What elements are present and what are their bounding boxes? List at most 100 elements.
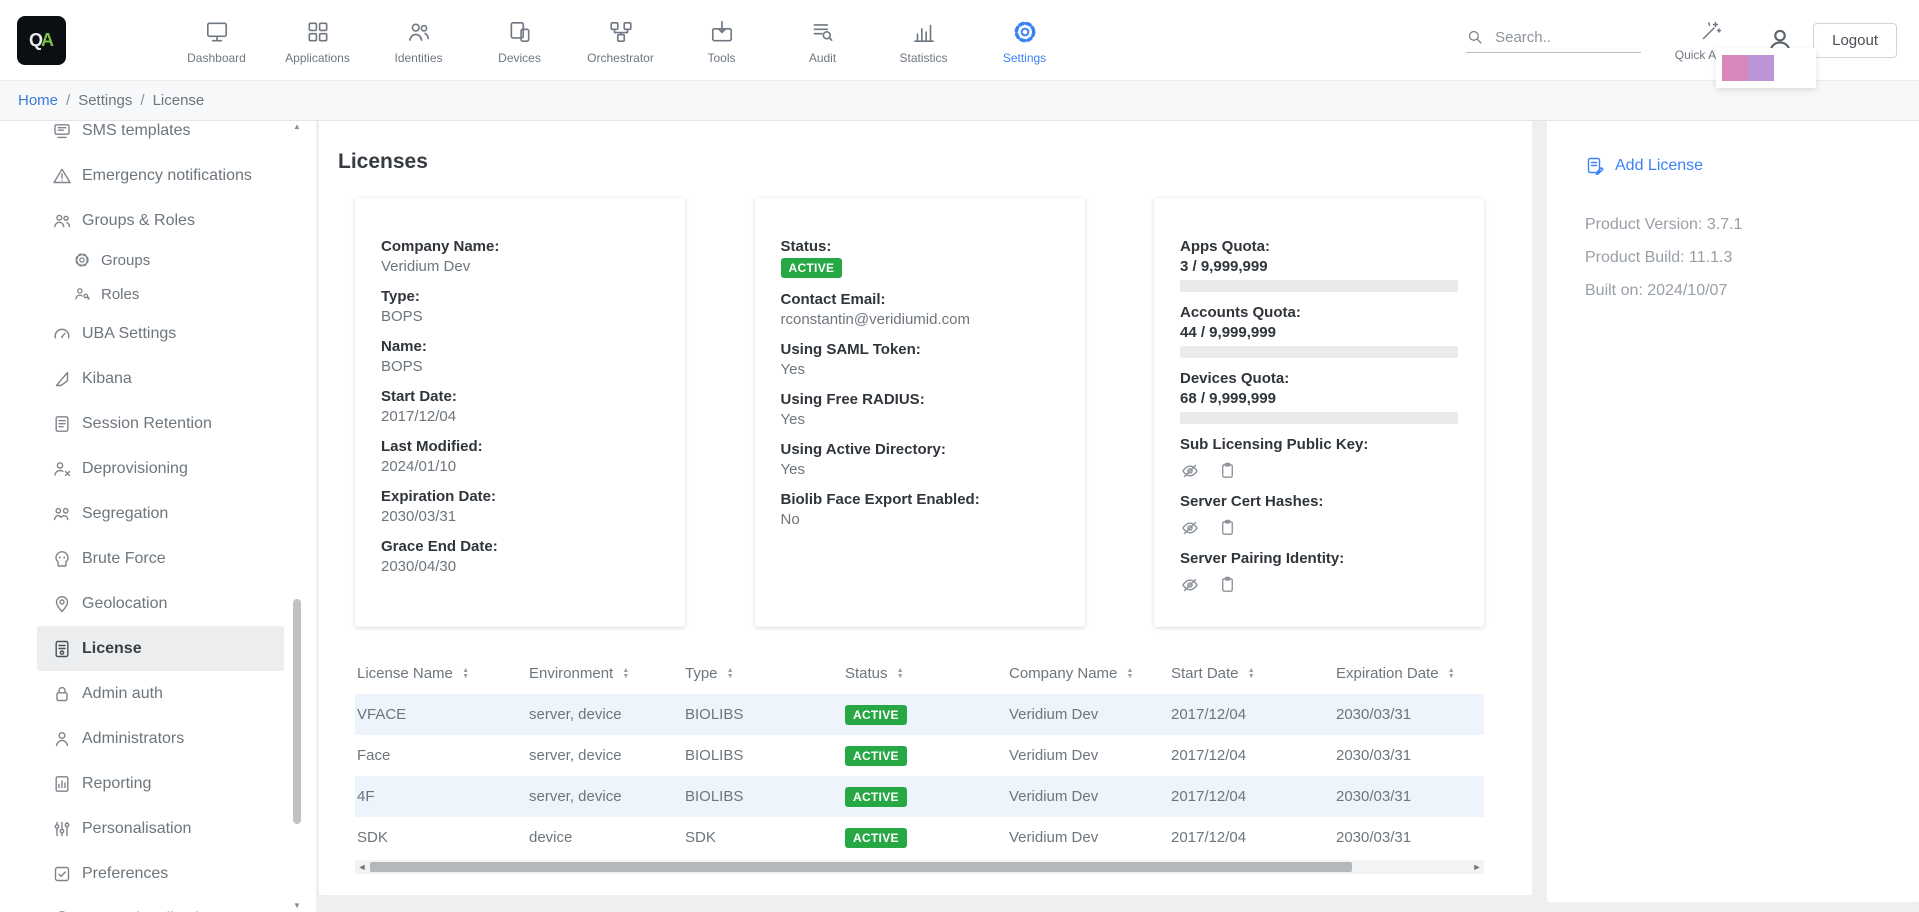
quota-label: Devices Quota: xyxy=(1180,370,1458,387)
field-value: Yes xyxy=(781,361,1059,378)
sidebar-scrollbar[interactable]: ▲ ▼ xyxy=(290,122,304,910)
add-license-button[interactable]: Add License xyxy=(1585,156,1899,176)
nav-item-tools[interactable]: Tools xyxy=(671,15,772,65)
field-label: Grace End Date: xyxy=(381,538,659,555)
sidebar-item-roles[interactable]: Roles xyxy=(0,277,284,311)
sms-templates-icon xyxy=(52,121,72,141)
sidebar-item-geolocation[interactable]: Geolocation xyxy=(0,581,284,626)
eye-off-icon[interactable] xyxy=(1180,461,1200,481)
sidebar-item-groups[interactable]: Groups xyxy=(0,243,284,277)
sort-icon[interactable]: ▲▼ xyxy=(1448,668,1455,680)
scroll-down-icon[interactable]: ▼ xyxy=(290,901,304,910)
table-cell: device xyxy=(527,817,683,858)
field-label: Using Active Directory: xyxy=(781,441,1059,458)
sidebar-item-emergency-notifications[interactable]: Emergency notifications xyxy=(0,153,284,198)
sort-icon[interactable]: ▲▼ xyxy=(462,668,469,680)
settings-sidebar: SMS templatesEmergency notificationsGrou… xyxy=(0,120,316,912)
sidebar-scrollbar-thumb[interactable] xyxy=(293,599,301,824)
nav-item-orchestrator[interactable]: Orchestrator xyxy=(570,15,671,65)
sidebar-item-label: License xyxy=(82,640,142,658)
settings-icon xyxy=(1012,19,1038,45)
sidebar-item-personalisation[interactable]: Personalisation xyxy=(0,806,284,851)
statistics-icon xyxy=(911,19,937,45)
copy-icon[interactable] xyxy=(1218,518,1237,538)
sidebar-item-kibana[interactable]: Kibana xyxy=(0,356,284,401)
add-license-icon xyxy=(1585,156,1605,176)
table-cell: 2017/12/04 xyxy=(1169,735,1334,776)
quota-progress-bar xyxy=(1180,280,1458,292)
table-row[interactable]: 4Fserver, deviceBIOLIBSACTIVEVeridium De… xyxy=(355,776,1484,817)
breadcrumb-settings-link[interactable]: Settings xyxy=(78,92,132,109)
copy-icon[interactable] xyxy=(1218,575,1237,595)
nav-item-dashboard[interactable]: Dashboard xyxy=(166,15,267,65)
sort-icon[interactable]: ▲▼ xyxy=(1127,668,1134,680)
column-header-expiration-date[interactable]: Expiration Date ▲▼ xyxy=(1334,653,1484,694)
table-cell: VFACE xyxy=(355,694,527,735)
sidebar-item-reporting[interactable]: Reporting xyxy=(0,761,284,806)
brute-force-icon xyxy=(52,549,72,569)
column-header-environment[interactable]: Environment ▲▼ xyxy=(527,653,683,694)
table-cell: BIOLIBS xyxy=(683,694,843,735)
eye-off-icon[interactable] xyxy=(1180,575,1200,595)
field-value: 2024/01/10 xyxy=(381,458,659,475)
logout-button[interactable]: Logout xyxy=(1813,23,1897,58)
devices-icon xyxy=(507,19,533,45)
table-row[interactable]: VFACEserver, deviceBIOLIBSACTIVEVeridium… xyxy=(355,694,1484,735)
field-value: BOPS xyxy=(381,358,659,375)
nav-item-statistics[interactable]: Statistics xyxy=(873,15,974,65)
search-icon[interactable] xyxy=(1466,28,1484,46)
license-cards-row: Company Name:Veridium DevType:BOPSName:B… xyxy=(355,198,1484,627)
sidebar-item-admin-auth[interactable]: Admin auth xyxy=(0,671,284,716)
nav-item-settings[interactable]: Settings xyxy=(974,15,1075,65)
nav-item-audit[interactable]: Audit xyxy=(772,15,873,65)
secret-item: Server Cert Hashes: xyxy=(1180,493,1458,538)
sort-icon[interactable]: ▲▼ xyxy=(622,668,629,680)
horizontal-scrollbar-thumb[interactable] xyxy=(370,862,1352,872)
scroll-left-icon[interactable]: ◄ xyxy=(355,860,369,874)
column-header-start-date[interactable]: Start Date ▲▼ xyxy=(1169,653,1334,694)
sidebar-item-license[interactable]: License xyxy=(37,626,284,671)
column-header-company-name[interactable]: Company Name ▲▼ xyxy=(1007,653,1169,694)
color-swatch-pink[interactable] xyxy=(1722,55,1748,81)
sort-icon[interactable]: ▲▼ xyxy=(727,668,734,680)
table-row[interactable]: SDKdeviceSDKACTIVEVeridium Dev2017/12/04… xyxy=(355,817,1484,858)
copy-icon[interactable] xyxy=(1218,461,1237,481)
info-field: Name:BOPS xyxy=(381,338,659,375)
search-input[interactable] xyxy=(1493,28,1641,47)
column-header-type[interactable]: Type ▲▼ xyxy=(683,653,843,694)
admin-auth-icon xyxy=(52,684,72,704)
sidebar-item-administrators[interactable]: Administrators xyxy=(0,716,284,761)
secret-item: Server Pairing Identity: xyxy=(1180,550,1458,595)
nav-item-identities[interactable]: Identities xyxy=(368,15,469,65)
sidebar-item-segregation[interactable]: Segregation xyxy=(0,491,284,536)
scroll-up-icon[interactable]: ▲ xyxy=(290,122,304,131)
sort-icon[interactable]: ▲▼ xyxy=(1248,668,1255,680)
eye-off-icon[interactable] xyxy=(1180,518,1200,538)
sort-icon[interactable]: ▲▼ xyxy=(897,668,904,680)
qa-logo[interactable]: Q A xyxy=(17,16,66,65)
column-header-status[interactable]: Status ▲▼ xyxy=(843,653,1007,694)
breadcrumb-home-link[interactable]: Home xyxy=(18,92,58,109)
status-badge: ACTIVE xyxy=(845,828,907,848)
segregation-icon xyxy=(52,504,72,524)
sidebar-item-sms-templates[interactable]: SMS templates xyxy=(0,120,284,153)
sidebar-item-uba-settings[interactable]: UBA Settings xyxy=(0,311,284,356)
sidebar-item-brute-force[interactable]: Brute Force xyxy=(0,536,284,581)
column-header-license-name[interactable]: License Name ▲▼ xyxy=(355,653,527,694)
nav-item-devices[interactable]: Devices xyxy=(469,15,570,65)
color-swatch-purple[interactable] xyxy=(1748,55,1774,81)
page-layout: SMS templatesEmergency notificationsGrou… xyxy=(0,120,1919,912)
sidebar-item-session-retention[interactable]: Session Retention xyxy=(0,401,284,446)
sidebar-item-groups-roles[interactable]: Groups & Roles xyxy=(0,198,284,243)
nav-item-label: Dashboard xyxy=(187,51,246,65)
nav-item-applications[interactable]: Applications xyxy=(267,15,368,65)
license-quota-card: Apps Quota:3 / 9,999,999Accounts Quota:4… xyxy=(1154,198,1484,627)
table-horizontal-scrollbar[interactable]: ◄ ► xyxy=(355,860,1484,874)
sidebar-item-internationalisation[interactable]: Internationalisation xyxy=(0,896,284,912)
info-field: Using Free RADIUS:Yes xyxy=(781,391,1059,428)
quota-value: 44 / 9,999,999 xyxy=(1180,324,1458,341)
scroll-right-icon[interactable]: ► xyxy=(1470,860,1484,874)
sidebar-item-preferences[interactable]: Preferences xyxy=(0,851,284,896)
sidebar-item-deprovisioning[interactable]: Deprovisioning xyxy=(0,446,284,491)
table-row[interactable]: Faceserver, deviceBIOLIBSACTIVEVeridium … xyxy=(355,735,1484,776)
